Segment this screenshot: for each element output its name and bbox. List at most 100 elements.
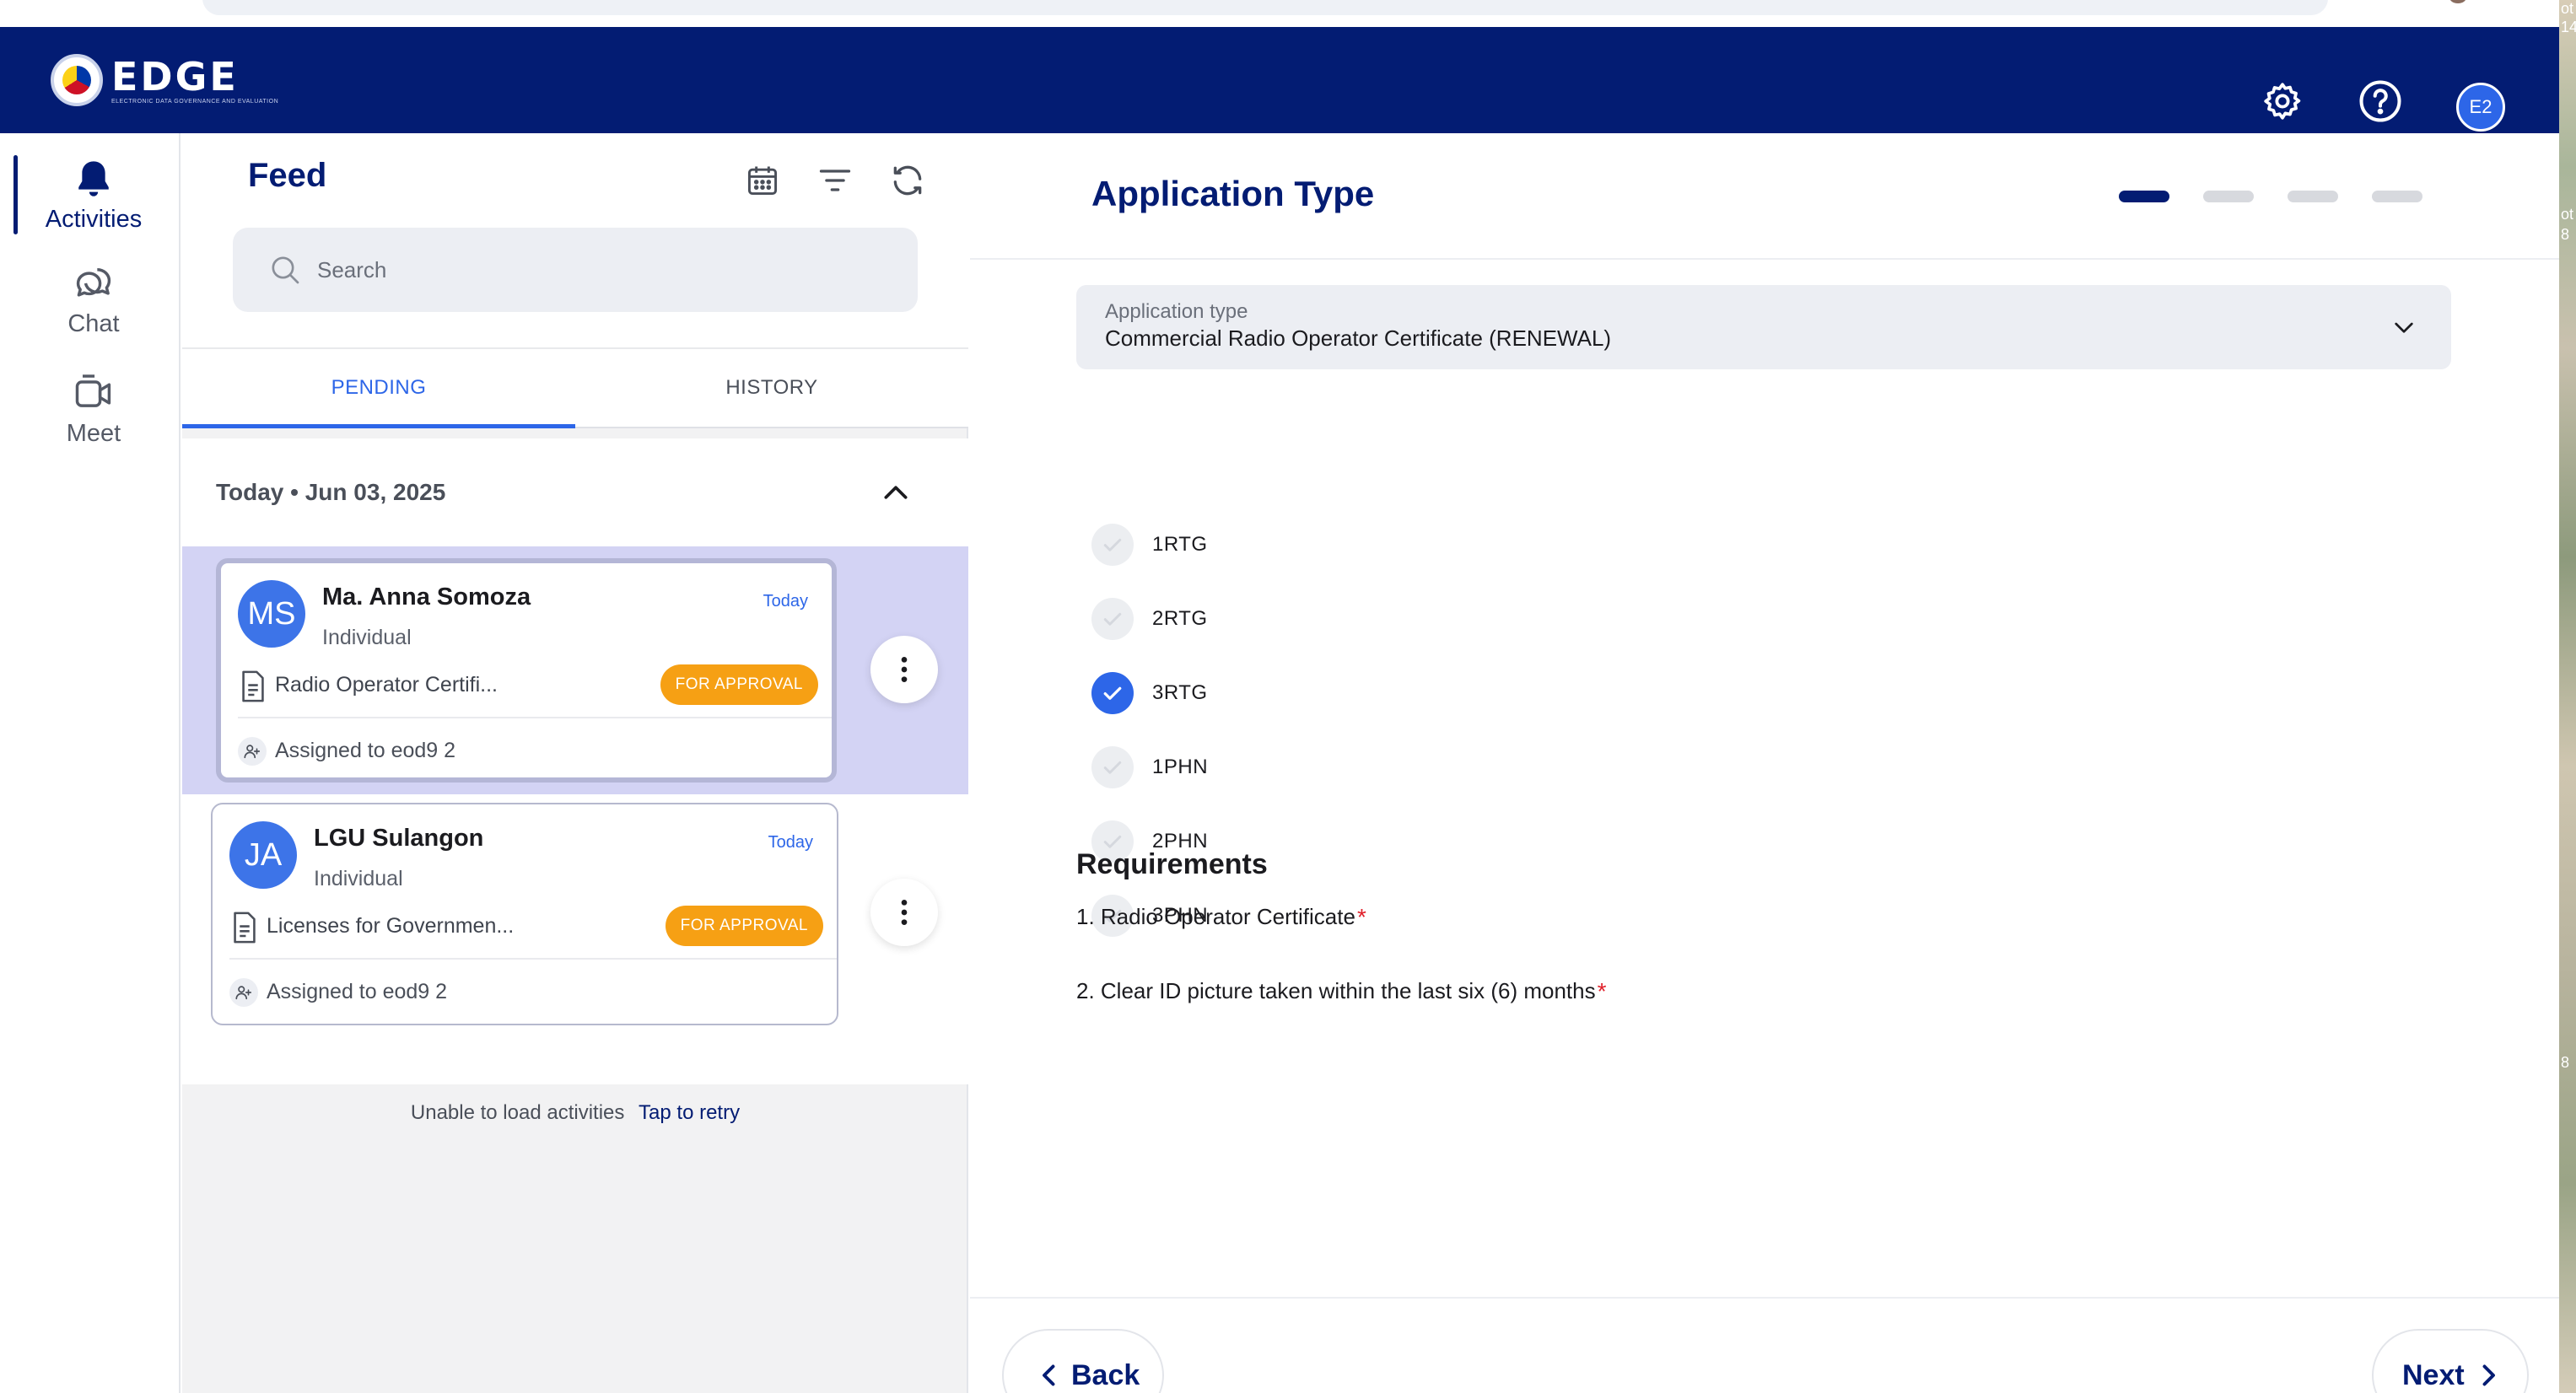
document-icon <box>234 912 256 944</box>
check-icon[interactable] <box>1091 524 1134 566</box>
refresh-button[interactable] <box>884 157 931 204</box>
rail-label: Chat <box>67 310 120 337</box>
check-icon[interactable] <box>1091 598 1134 640</box>
logo-text: EDGE <box>111 53 239 100</box>
date-group-label: Today • Jun 03, 2025 <box>216 479 446 505</box>
next-button[interactable]: Next <box>2372 1329 2529 1393</box>
rail-item-chat[interactable]: Chat <box>19 261 169 338</box>
assignee-icon <box>229 978 258 1007</box>
more-options-button[interactable] <box>870 636 938 703</box>
load-error-row: Unable to load activities Tap to retry <box>182 1101 968 1125</box>
chevron-up-icon <box>884 486 908 499</box>
desktop-text: 8 <box>2561 226 2570 243</box>
activity-card[interactable]: JA LGU Sulangon Individual Today License… <box>211 803 838 1025</box>
feed-tabs: PENDING HISTORY <box>182 347 968 428</box>
activity-date: Today <box>768 833 813 852</box>
option-1phn[interactable]: 1PHN <box>1091 745 1208 789</box>
check-icon[interactable] <box>1091 746 1134 788</box>
profile-icon[interactable] <box>2449 0 2466 3</box>
requirement-text: 1. Radio Operator Certificate <box>1076 904 1355 929</box>
help-button[interactable] <box>2357 78 2404 125</box>
assigned-to: Assigned to eod9 2 <box>267 980 448 1003</box>
requirement-text: 2. Clear ID picture taken within the las… <box>1076 978 1596 1003</box>
logo-subtitle: ELECTRONIC DATA GOVERNANCE AND EVALUATIO… <box>111 98 279 105</box>
filter-icon <box>819 169 851 191</box>
avatar: JA <box>229 821 297 889</box>
option-2rtg[interactable]: 2RTG <box>1091 597 1208 641</box>
feed-header: Feed Search PENDING HISTORY <box>182 133 968 428</box>
back-button[interactable]: Back <box>1002 1329 1164 1393</box>
divider <box>970 258 2559 260</box>
app-header: EDGE ELECTRONIC DATA GOVERNANCE AND EVAL… <box>0 27 2559 133</box>
rail-item-meet[interactable]: Meet <box>19 371 169 448</box>
option-label: 3RTG <box>1152 681 1208 704</box>
more-vertical-icon <box>901 657 908 682</box>
divider <box>970 1297 2559 1299</box>
applicant-type: Individual <box>314 867 403 890</box>
next-label: Next <box>2402 1358 2465 1391</box>
option-3rtg[interactable]: 3RTG <box>1091 671 1208 715</box>
document-icon <box>242 670 264 702</box>
settings-button[interactable] <box>2259 78 2306 125</box>
required-marker: * <box>1597 978 1607 1004</box>
option-label: 2RTG <box>1152 607 1208 630</box>
desktop-background: ot 14 ot 8 8 <box>2559 0 2576 1393</box>
chat-icon <box>76 268 111 297</box>
date-group-header[interactable]: Today • Jun 03, 2025 <box>182 438 968 546</box>
activity-list: Today • Jun 03, 2025 MS Ma. Anna Somoza … <box>182 438 968 1084</box>
chevron-down-icon <box>2395 322 2413 333</box>
required-marker: * <box>1356 904 1366 930</box>
step-2 <box>2203 191 2254 202</box>
feed-panel: Feed Search PENDING HISTORY Today • Jun … <box>182 133 968 1393</box>
retry-link[interactable]: Tap to retry <box>639 1101 740 1124</box>
status-badge: FOR APPROVAL <box>665 906 823 946</box>
step-3 <box>2288 191 2338 202</box>
tab-pending[interactable]: PENDING <box>182 349 575 428</box>
document-title: Licenses for Governmen... <box>267 914 515 938</box>
seal-icon <box>51 54 103 106</box>
rail-label: Activities <box>45 206 143 233</box>
nav-rail: Activities Chat Meet <box>0 133 181 1393</box>
address-bar[interactable] <box>202 0 2328 15</box>
activity-row-selected: MS Ma. Anna Somoza Individual Today Radi… <box>182 546 968 794</box>
video-icon <box>75 374 111 407</box>
document-title: Radio Operator Certifi... <box>275 673 498 696</box>
desktop-text: ot <box>2561 0 2574 17</box>
search-box[interactable] <box>233 228 918 312</box>
applicant-type: Individual <box>322 626 412 649</box>
gear-icon <box>2264 83 2301 120</box>
edge-logo[interactable]: EDGE ELECTRONIC DATA GOVERNANCE AND EVAL… <box>51 51 278 110</box>
more-options-button[interactable] <box>870 879 938 946</box>
browser-chrome <box>0 0 2576 27</box>
rail-item-activities[interactable]: Activities <box>19 157 169 234</box>
refresh-icon <box>893 165 922 196</box>
requirement-item: 2. Clear ID picture taken within the las… <box>1076 978 1607 1005</box>
check-icon[interactable] <box>1091 672 1134 714</box>
assignee-icon <box>238 737 267 766</box>
collapse-button[interactable] <box>874 471 918 514</box>
requirement-item: 1. Radio Operator Certificate* <box>1076 904 1366 931</box>
option-label: 1PHN <box>1152 756 1209 778</box>
filter-button[interactable] <box>811 157 859 204</box>
divider <box>238 717 832 718</box>
requirements-heading: Requirements <box>1076 848 1268 880</box>
calendar-button[interactable] <box>739 157 786 204</box>
step-4 <box>2372 191 2422 202</box>
form-title: Application Type <box>1091 174 1375 213</box>
desktop-text: 8 <box>2561 1054 2570 1071</box>
activity-row: JA LGU Sulangon Individual Today License… <box>182 794 968 1042</box>
user-avatar[interactable]: E2 <box>2456 83 2505 132</box>
application-type-select[interactable]: Application type Commercial Radio Operat… <box>1076 285 2451 369</box>
tab-history[interactable]: HISTORY <box>575 349 968 427</box>
rail-label: Meet <box>66 420 121 447</box>
activity-card[interactable]: MS Ma. Anna Somoza Individual Today Radi… <box>216 558 837 783</box>
bell-icon <box>78 161 109 196</box>
option-1rtg[interactable]: 1RTG <box>1091 523 1208 567</box>
error-text: Unable to load activities <box>410 1101 625 1124</box>
activity-date: Today <box>763 592 808 610</box>
step-indicator <box>2119 191 2422 202</box>
option-label: 1RTG <box>1152 533 1208 556</box>
search-input[interactable] <box>317 256 823 283</box>
avatar: MS <box>238 580 305 648</box>
active-indicator <box>13 155 18 234</box>
